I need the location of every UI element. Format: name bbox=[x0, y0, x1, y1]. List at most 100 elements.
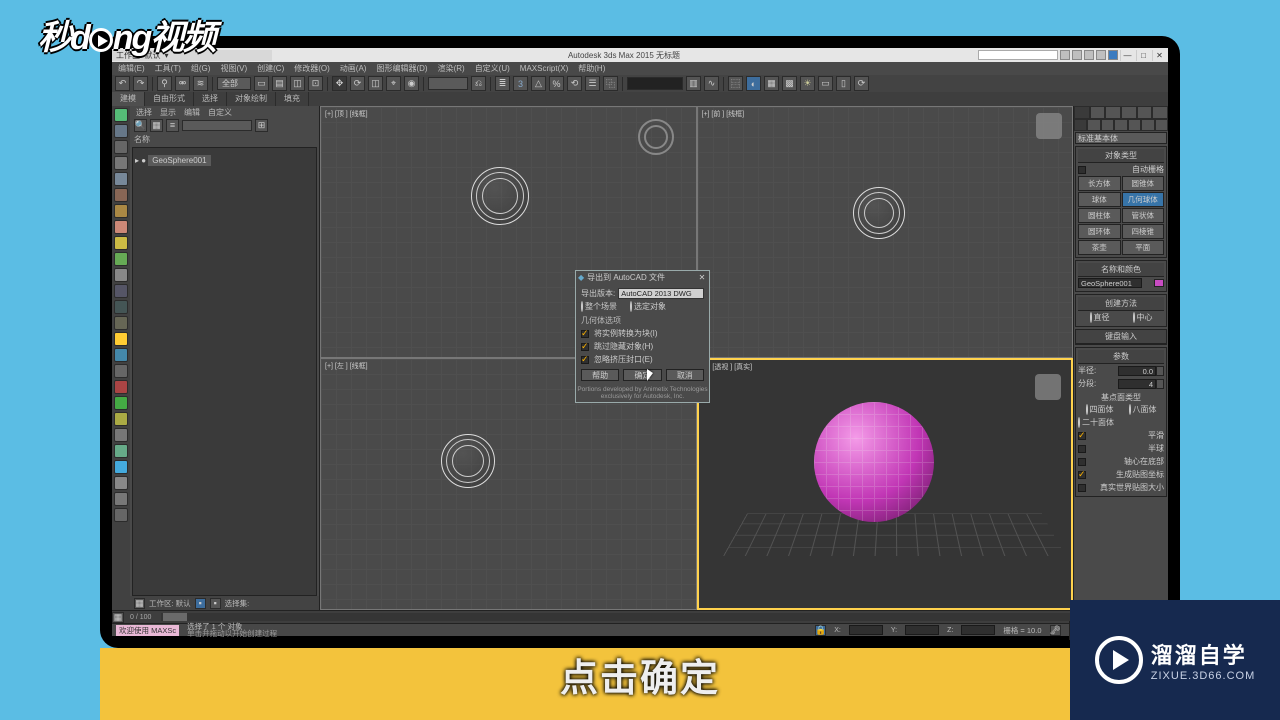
smooth-checkbox[interactable] bbox=[1078, 432, 1086, 440]
scene-col[interactable]: 选择 bbox=[136, 107, 152, 118]
cameras-cat-icon[interactable] bbox=[1114, 119, 1127, 131]
primitive-plane-button[interactable]: 平面 bbox=[1122, 240, 1165, 255]
tree-item-geosphere[interactable]: GeoSphere001 bbox=[148, 155, 210, 166]
render-setup-icon[interactable]: ▦ bbox=[764, 76, 779, 91]
menu-customize[interactable]: 自定义(U) bbox=[475, 63, 510, 74]
tool-icon[interactable] bbox=[114, 316, 128, 330]
key-icon[interactable]: 🗝 bbox=[1050, 625, 1061, 636]
mirror-icon[interactable]: ⎌ bbox=[471, 76, 486, 91]
scene-opt2-icon[interactable]: ▪ bbox=[195, 598, 206, 609]
layer-icon[interactable]: ▥ bbox=[686, 76, 701, 91]
spinner-icon[interactable] bbox=[1156, 379, 1164, 389]
primitive-box-button[interactable]: 长方体 bbox=[1078, 176, 1121, 191]
viewport-perspective[interactable]: [+] [透视 ] [真实] bbox=[697, 358, 1074, 610]
tool-icon[interactable] bbox=[114, 476, 128, 490]
link-icon[interactable]: ⚲ bbox=[157, 76, 172, 91]
tool-icon[interactable] bbox=[114, 300, 128, 314]
edit-selset-icon[interactable]: ☰ bbox=[585, 76, 600, 91]
close-button[interactable]: ✕ bbox=[1152, 50, 1166, 61]
schematic-icon[interactable]: ⿳ bbox=[728, 76, 743, 91]
method-diameter-radio[interactable] bbox=[1090, 312, 1092, 323]
tool-icon[interactable] bbox=[114, 220, 128, 234]
center-icon[interactable]: ◉ bbox=[404, 76, 419, 91]
tool-icon[interactable] bbox=[114, 332, 128, 346]
autogrid-checkbox[interactable] bbox=[1078, 166, 1086, 174]
tool-icon[interactable] bbox=[114, 124, 128, 138]
lock-icon[interactable]: 🔒 bbox=[815, 625, 826, 636]
primitive-torus-button[interactable]: 圆环体 bbox=[1078, 224, 1121, 239]
exchange-icon[interactable] bbox=[1084, 50, 1094, 60]
help-search-input[interactable] bbox=[978, 50, 1058, 60]
angle-snap-icon[interactable]: △ bbox=[531, 76, 546, 91]
select-region-icon[interactable]: ◫ bbox=[290, 76, 305, 91]
geometry-type-dropdown[interactable]: 标准基本体 bbox=[1075, 132, 1167, 144]
opt-caps-checkbox[interactable] bbox=[581, 356, 589, 364]
geometry-cat-icon[interactable] bbox=[1074, 119, 1087, 131]
tool-icon[interactable] bbox=[114, 508, 128, 522]
find-icon[interactable]: 🔍 bbox=[134, 119, 147, 132]
scene-opt3-icon[interactable]: ▪ bbox=[210, 598, 221, 609]
modify-tab-icon[interactable] bbox=[1090, 106, 1106, 119]
viewport-label[interactable]: [+] [顶 ] [线框] bbox=[325, 109, 368, 119]
align-icon[interactable]: ≣ bbox=[495, 76, 510, 91]
timeline-btn-icon[interactable]: ▦ bbox=[112, 612, 124, 623]
menu-edit[interactable]: 编辑(E) bbox=[118, 63, 145, 74]
dialog-close-button[interactable]: ✕ bbox=[697, 273, 707, 282]
tool-icon[interactable] bbox=[114, 268, 128, 282]
tool-icon[interactable] bbox=[114, 396, 128, 410]
primitive-teapot-button[interactable]: 茶壶 bbox=[1078, 240, 1121, 255]
shapes-cat-icon[interactable] bbox=[1087, 119, 1100, 131]
primitive-pyramid-button[interactable]: 四棱锥 bbox=[1122, 224, 1165, 239]
steering-wheel-icon[interactable] bbox=[638, 119, 674, 155]
scene-col[interactable]: 显示 bbox=[160, 107, 176, 118]
render-iter-icon[interactable]: ▯ bbox=[836, 76, 851, 91]
object-name-input[interactable]: GeoSphere001 bbox=[1078, 278, 1142, 288]
lights-cat-icon[interactable] bbox=[1101, 119, 1114, 131]
motion-tab-icon[interactable] bbox=[1121, 106, 1137, 119]
minimize-button[interactable]: — bbox=[1120, 50, 1134, 61]
render-prod-icon[interactable]: ▭ bbox=[818, 76, 833, 91]
mirror2-icon[interactable]: ⿻ bbox=[603, 76, 618, 91]
signin-icon[interactable] bbox=[1072, 50, 1082, 60]
scene-opt-icon[interactable]: ▦ bbox=[134, 598, 145, 609]
create-tab-icon[interactable] bbox=[1074, 106, 1090, 119]
color-swatch[interactable] bbox=[1154, 279, 1164, 287]
scene-search-input[interactable] bbox=[182, 120, 252, 131]
primitive-cone-button[interactable]: 圆锥体 bbox=[1122, 176, 1165, 191]
tool-icon[interactable] bbox=[114, 444, 128, 458]
viewcube-icon[interactable] bbox=[1036, 113, 1062, 139]
tool-icon[interactable] bbox=[114, 348, 128, 362]
spacewarps-cat-icon[interactable] bbox=[1141, 119, 1154, 131]
menu-maxscript[interactable]: MAXScript(X) bbox=[520, 64, 568, 73]
cancel-button[interactable]: 取消 bbox=[666, 369, 704, 381]
selection-filter-dropdown[interactable]: 全部 bbox=[217, 77, 251, 90]
viewport-label[interactable]: [+] [前 ] [线框] bbox=[702, 109, 745, 119]
tool-icon[interactable] bbox=[114, 108, 128, 122]
display-tab-icon[interactable] bbox=[1137, 106, 1153, 119]
scope-sel-radio[interactable] bbox=[630, 301, 632, 312]
base-icosa-radio[interactable] bbox=[1078, 417, 1080, 428]
menu-animation[interactable]: 动画(A) bbox=[340, 63, 367, 74]
tool-icon[interactable] bbox=[114, 428, 128, 442]
viewport-front[interactable]: [+] [前 ] [线框] bbox=[697, 106, 1074, 358]
rotate-icon[interactable]: ⟳ bbox=[350, 76, 365, 91]
timeline-track[interactable] bbox=[161, 613, 1144, 621]
maximize-button[interactable]: □ bbox=[1136, 50, 1150, 61]
base-tetra-radio[interactable] bbox=[1086, 404, 1088, 415]
spinner-icon[interactable] bbox=[1156, 366, 1164, 376]
tool-icon[interactable] bbox=[114, 460, 128, 474]
menu-create[interactable]: 创建(C) bbox=[257, 63, 284, 74]
bind-icon[interactable]: ≋ bbox=[193, 76, 208, 91]
window-crossing-icon[interactable]: ⊡ bbox=[308, 76, 323, 91]
section-header[interactable]: 键盘输入 bbox=[1076, 330, 1166, 344]
view-icon[interactable]: ⊞ bbox=[255, 119, 268, 132]
utilities-tab-icon[interactable] bbox=[1152, 106, 1168, 119]
tool-icon[interactable] bbox=[114, 284, 128, 298]
tool-icon[interactable] bbox=[114, 236, 128, 250]
radius-input[interactable]: 0.0 bbox=[1118, 366, 1156, 376]
hierarchy-tab-icon[interactable] bbox=[1105, 106, 1121, 119]
help-button[interactable]: 帮助 bbox=[581, 369, 619, 381]
undo-icon[interactable]: ↶ bbox=[115, 76, 130, 91]
opt-instances-checkbox[interactable] bbox=[581, 330, 589, 338]
tool-icon[interactable] bbox=[114, 412, 128, 426]
